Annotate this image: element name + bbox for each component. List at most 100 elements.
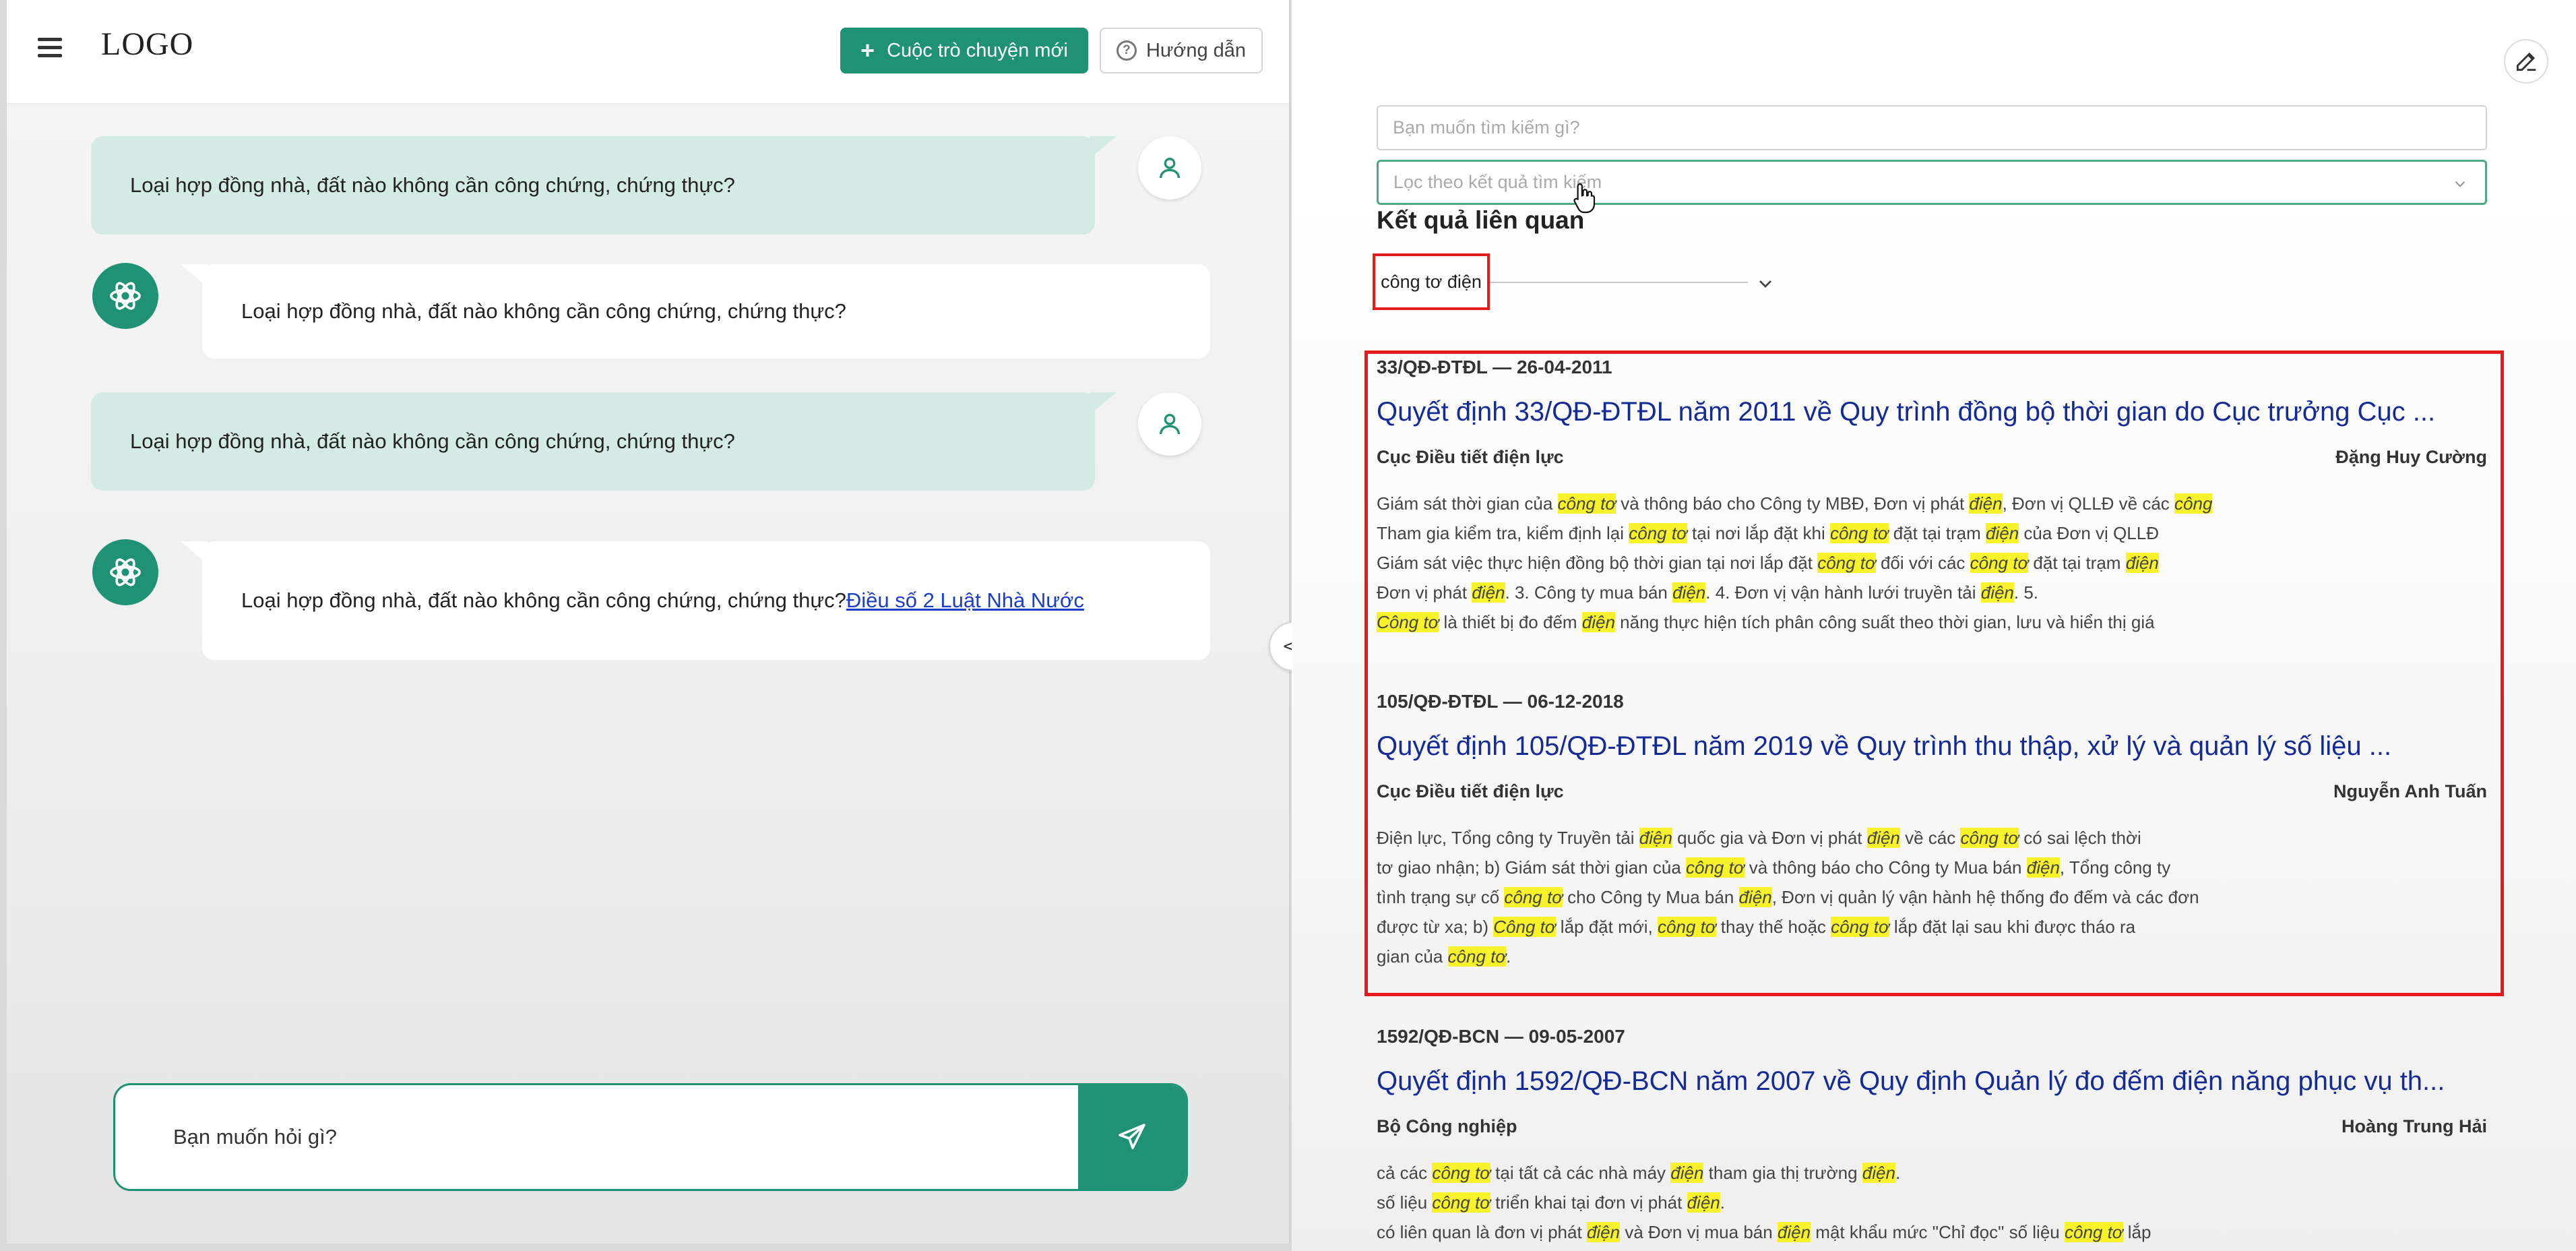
highlighted-term: công tơ	[1686, 857, 1745, 878]
bot-message-text: Loại hợp đồng nhà, đất nào không cần côn…	[241, 299, 846, 323]
highlighted-term: công tơ	[1970, 553, 2029, 573]
result-snippet: Điện lực, Tổng công ty Truyền tải điện q…	[1377, 823, 2487, 971]
user-message: Loại hợp đồng nhà, đất nào không cần côn…	[91, 136, 1117, 235]
bot-message: Loại hợp đồng nhà, đất nào không cần côn…	[181, 541, 1210, 660]
highlighted-term: điện	[1777, 1222, 1811, 1242]
highlighted-term: điện	[1639, 828, 1672, 848]
snippet-line: Tham gia kiểm tra, kiểm định lại công tơ…	[1377, 523, 2159, 543]
menu-icon[interactable]	[38, 38, 62, 58]
highlighted-term: điện	[1586, 1222, 1621, 1242]
snippet-line: số liệu công tơ triển khai tại đơn vị ph…	[1377, 1192, 1725, 1213]
result-meta: Cục Điều tiết điện lực Nguyễn Anh Tuấn	[1377, 781, 2487, 804]
help-button[interactable]: ? Hướng dẫn	[1100, 28, 1263, 73]
result-snippet: Giám sát thời gian của công tơ và thông …	[1377, 489, 2487, 637]
chevron-down-icon	[2455, 181, 2465, 187]
result-code: 1592/QĐ-BCN — 09-05-2007	[1377, 1026, 1625, 1047]
highlighted-term: công	[2174, 493, 2213, 514]
result-item: 1592/QĐ-BCN — 09-05-2007 Quyết định 1592…	[1377, 1026, 2487, 1247]
tag-chevron-down-icon[interactable]	[1755, 273, 1776, 295]
snippet-line: gian của công tơ.	[1377, 946, 1511, 967]
result-title-link[interactable]: Quyết định 33/QĐ-ĐTĐL năm 2011 về Quy tr…	[1377, 397, 2487, 431]
chat-header: LOGO + Cuộc trò chuyện mới ? Hướng dẫn	[7, 0, 1289, 104]
result-snippet: cả các công tơ tại tất cả các nhà máy đi…	[1377, 1158, 2487, 1247]
law-reference-link[interactable]: Điều số 2 Luật Nhà Nước	[846, 588, 1084, 613]
snippet-line: Điện lực, Tổng công ty Truyền tải điện q…	[1377, 828, 2141, 848]
user-avatar-icon	[1138, 136, 1201, 200]
snippet-line: tơ giao nhận; b) Giám sát thời gian của …	[1377, 857, 2171, 878]
highlighted-term: điện	[1472, 582, 1505, 603]
bot-message-text: Loại hợp đồng nhà, đất nào không cần côn…	[241, 588, 846, 612]
highlighted-term: điện	[1672, 582, 1706, 603]
result-title-link[interactable]: Quyết định 1592/QĐ-BCN năm 2007 về Quy đ…	[1377, 1066, 2487, 1100]
help-label: Hướng dẫn	[1145, 39, 1247, 61]
new-chat-label: Cuộc trò chuyện mới	[887, 39, 1068, 61]
highlighted-term: điện	[1670, 1163, 1704, 1183]
results-title: Kết quả liên quan	[1377, 206, 1585, 234]
send-button[interactable]	[1078, 1085, 1186, 1189]
result-agency: Cục Điều tiết điện lực	[1377, 447, 1564, 467]
logo: LOGO	[101, 26, 194, 62]
search-input[interactable]	[1377, 105, 2487, 150]
chat-input[interactable]	[115, 1085, 1075, 1189]
highlighted-term: công tơ	[1432, 1163, 1490, 1183]
highlighted-term: điện	[1969, 493, 2003, 514]
filter-placeholder: Lọc theo kết quả tìm kiếm	[1393, 172, 1602, 192]
highlighted-term: Công tơ	[1377, 612, 1439, 632]
highlighted-term: điện	[1980, 582, 2014, 603]
highlighted-term: công tơ	[1829, 523, 1889, 543]
snippet-line: Đơn vị phát điện. 3. Công ty mua bán điệ…	[1377, 582, 2039, 603]
bot-avatar-icon	[92, 263, 158, 329]
new-chat-button[interactable]: + Cuộc trò chuyện mới	[840, 28, 1088, 73]
send-icon	[1119, 1124, 1145, 1149]
result-item: 105/QĐ-ĐTĐL — 06-12-2018 Quyết định 105/…	[1377, 691, 2487, 971]
search-tag[interactable]: công tơ điện	[1373, 253, 1490, 310]
highlighted-term: điện	[1581, 612, 1615, 632]
chat-input-box	[113, 1083, 1188, 1191]
result-agency: Bộ Công nghiệp	[1377, 1116, 1517, 1136]
chat-pane: LOGO + Cuộc trò chuyện mới ? Hướng dẫn L…	[7, 0, 1290, 1244]
result-agency: Cục Điều tiết điện lực	[1377, 781, 1564, 801]
snippet-line: có liên quan là đơn vị phát điện và Đơn …	[1377, 1222, 2151, 1242]
highlighted-term: điện	[1862, 1163, 1895, 1183]
user-message-text: Loại hợp đồng nhà, đất nào không cần côn…	[130, 429, 735, 453]
user-message-text: Loại hợp đồng nhà, đất nào không cần côn…	[130, 173, 735, 197]
result-signer: Hoàng Trung Hải	[2342, 1116, 2487, 1136]
highlighted-term: điện	[1687, 1192, 1720, 1213]
plus-icon: +	[860, 36, 875, 64]
snippet-line: Giám sát thời gian của công tơ và thông …	[1377, 493, 2213, 514]
highlighted-term: công tơ	[1557, 493, 1616, 514]
snippet-line: tình trạng sự cố công tơ cho Công ty Mua…	[1377, 887, 2199, 907]
highlighted-term: điện	[1866, 828, 1900, 848]
search-tag-label: công tơ điện	[1381, 271, 1482, 292]
result-meta: Cục Điều tiết điện lực Đặng Huy Cường	[1377, 447, 2487, 470]
snippet-line: được từ xa; b) Công tơ lắp đặt mới, công…	[1377, 917, 2136, 937]
highlighted-term: điện	[1738, 887, 1772, 907]
user-avatar-icon	[1138, 392, 1201, 456]
highlighted-term: điện	[1986, 523, 2019, 543]
pencil-icon	[2516, 52, 2536, 71]
result-title-link[interactable]: Quyết định 105/QĐ-ĐTĐL năm 2019 về Quy t…	[1377, 731, 2487, 765]
highlighted-term: công tơ	[1831, 917, 1889, 937]
highlighted-term: công tơ	[1432, 1192, 1490, 1213]
snippet-line: cả các công tơ tại tất cả các nhà máy đi…	[1377, 1163, 1901, 1183]
result-meta: Bộ Công nghiệp Hoàng Trung Hải	[1377, 1116, 2487, 1139]
result-code: 105/QĐ-ĐTĐL — 06-12-2018	[1377, 691, 1624, 712]
highlighted-term: công tơ	[2064, 1222, 2123, 1242]
help-icon: ?	[1116, 40, 1137, 61]
snippet-line: Công tơ là thiết bị đo đếm điện năng thự…	[1377, 612, 2155, 632]
highlighted-term: điện	[2026, 857, 2060, 878]
highlighted-term: Công tơ	[1493, 917, 1556, 937]
bot-avatar-icon	[92, 539, 158, 605]
bot-message: Loại hợp đồng nhà, đất nào không cần côn…	[181, 264, 1210, 359]
highlighted-term: công tơ	[1447, 946, 1507, 967]
filter-select[interactable]: Lọc theo kết quả tìm kiếm	[1377, 160, 2487, 205]
result-item: 33/QĐ-ĐTĐL — 26-04-2011 Quyết định 33/QĐ…	[1377, 357, 2487, 637]
tag-divider	[1490, 282, 1748, 283]
highlighted-term: công tơ	[1658, 917, 1716, 937]
snippet-line: Giám sát việc thực hiện đồng bộ thời gia…	[1377, 553, 2159, 573]
result-code: 33/QĐ-ĐTĐL — 26-04-2011	[1377, 357, 1612, 377]
result-signer: Nguyễn Anh Tuấn	[2333, 781, 2487, 801]
user-message: Loại hợp đồng nhà, đất nào không cần côn…	[91, 392, 1117, 491]
highlighted-term: điện	[2125, 553, 2159, 573]
edit-button[interactable]	[2504, 39, 2548, 84]
